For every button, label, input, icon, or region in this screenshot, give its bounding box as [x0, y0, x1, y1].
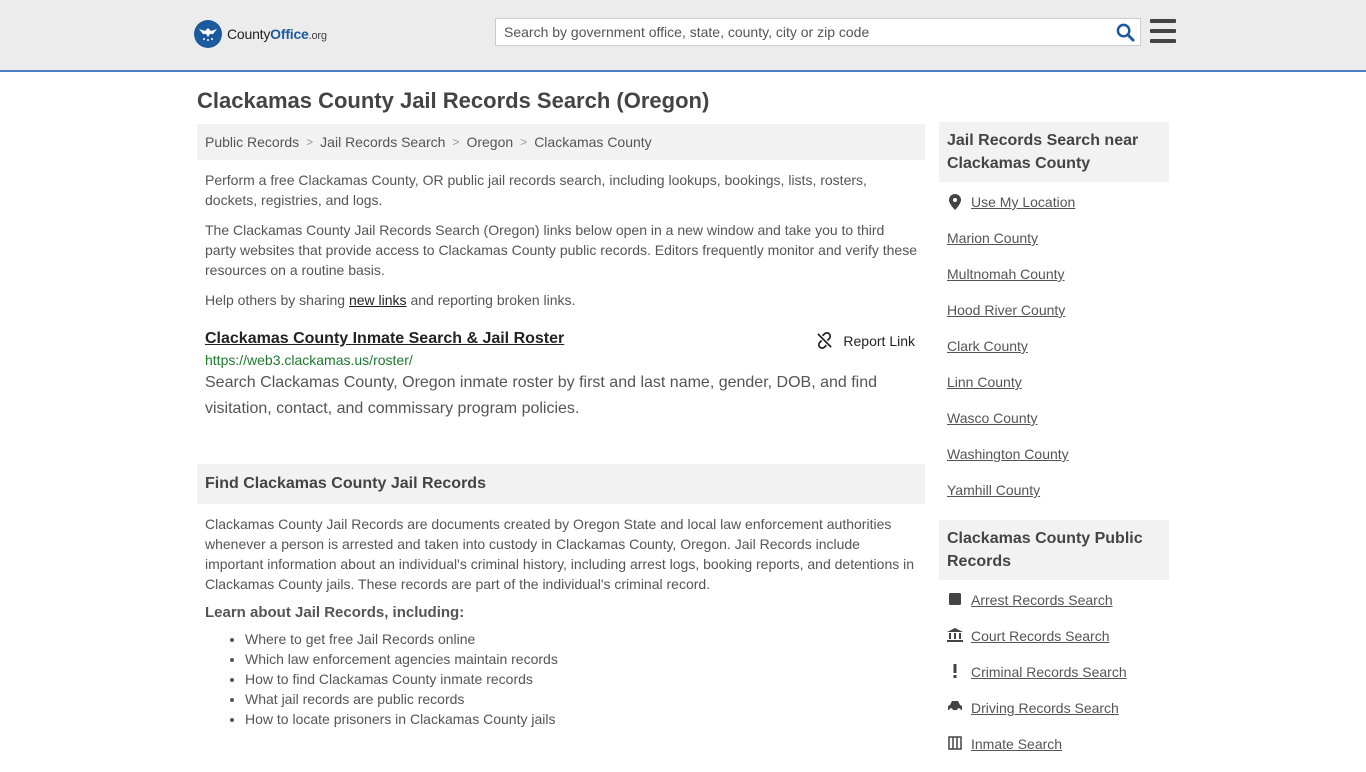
list-item: Washington County — [947, 446, 1161, 482]
arrest-records-link[interactable]: Arrest Records Search — [971, 592, 1113, 608]
search-button[interactable] — [1110, 19, 1140, 45]
public-records-heading: Clackamas County Public Records — [939, 520, 1169, 580]
list-item: Yamhill County — [947, 482, 1161, 518]
result-title-link[interactable]: Clackamas County Inmate Search & Jail Ro… — [205, 330, 564, 347]
list-item: Wasco County — [947, 410, 1161, 446]
list-item: Multnomah County — [947, 266, 1161, 302]
new-links-link[interactable]: new links — [349, 292, 407, 308]
broken-link-icon — [817, 332, 833, 349]
breadcrumb: Public Records > Jail Records Search > O… — [197, 124, 925, 160]
inmate-icon — [947, 736, 963, 750]
square-icon — [947, 592, 963, 606]
nearby-link-linn-county[interactable]: Linn County — [947, 374, 1022, 390]
list-item: How to locate prisoners in Clackamas Cou… — [245, 709, 925, 729]
courthouse-icon — [947, 628, 963, 642]
driving-records-link[interactable]: Driving Records Search — [971, 700, 1119, 716]
logo-primary: County — [227, 26, 271, 42]
site-logo[interactable]: CountyOffice.org — [194, 20, 327, 48]
list-item: Criminal Records Search — [947, 664, 1161, 700]
nearby-heading: Jail Records Search near Clackamas Count… — [939, 122, 1169, 182]
disclaimer-paragraph: The Clackamas County Jail Records Search… — [205, 222, 917, 278]
logo-wordmark: CountyOffice.org — [227, 26, 327, 42]
logo-secondary: Office — [270, 26, 309, 42]
nearby-link-multnomah-county[interactable]: Multnomah County — [947, 266, 1065, 282]
report-link-button[interactable]: Report Link — [816, 332, 915, 349]
list-item: Court Records Search — [947, 628, 1161, 664]
learn-heading: Learn about Jail Records, including: — [205, 604, 465, 621]
nearby-link-hood-river-county[interactable]: Hood River County — [947, 302, 1065, 318]
use-location-item: Use My Location — [947, 194, 1161, 230]
nearby-link-marion-county[interactable]: Marion County — [947, 230, 1038, 246]
list-item: Arrest Records Search — [947, 592, 1161, 628]
report-link-label: Report Link — [843, 332, 915, 349]
list-item: Linn County — [947, 374, 1161, 410]
inmate-search-link[interactable]: Inmate Search — [971, 736, 1062, 752]
list-item: What jail records are public records — [245, 689, 925, 709]
result-description: Search Clackamas County, Oregon inmate r… — [205, 374, 878, 417]
nearby-link-yamhill-county[interactable]: Yamhill County — [947, 482, 1040, 498]
list-item: Which law enforcement agencies maintain … — [245, 649, 925, 669]
search-bar — [495, 18, 1141, 46]
find-section-heading: Find Clackamas County Jail Records — [197, 464, 925, 504]
exclamation-icon — [947, 664, 963, 678]
learn-list: Where to get free Jail Records online Wh… — [197, 629, 925, 729]
share-text-after: and reporting broken links. — [406, 292, 576, 308]
main-content: Public Records > Jail Records Search > O… — [197, 124, 925, 729]
list-item: Marion County — [947, 230, 1161, 266]
chevron-right-icon: > — [520, 135, 528, 149]
search-icon — [1116, 23, 1135, 42]
sidebar: Jail Records Search near Clackamas Count… — [939, 122, 1169, 772]
eagle-icon — [194, 20, 222, 48]
result-item: Clackamas County Inmate Search & Jail Ro… — [197, 330, 925, 422]
list-item: Clark County — [947, 338, 1161, 374]
search-input[interactable] — [496, 19, 1110, 45]
chevron-right-icon: > — [452, 135, 460, 149]
logo-tld: .org — [308, 30, 327, 42]
breadcrumb-jail-records-search[interactable]: Jail Records Search — [320, 134, 445, 150]
intro-paragraph: Perform a free Clackamas County, OR publ… — [205, 172, 867, 208]
chevron-right-icon: > — [306, 135, 314, 149]
result-url: https://web3.clackamas.us/roster/ — [205, 352, 413, 368]
nearby-link-washington-county[interactable]: Washington County — [947, 446, 1069, 462]
find-section-body: Clackamas County Jail Records are docume… — [205, 516, 915, 592]
list-item: Hood River County — [947, 302, 1161, 338]
breadcrumb-clackamas-county[interactable]: Clackamas County — [534, 134, 652, 150]
share-paragraph: Help others by sharing new links and rep… — [197, 290, 925, 310]
criminal-records-link[interactable]: Criminal Records Search — [971, 664, 1127, 680]
public-records-list: Arrest Records Search Court Records Sear… — [939, 580, 1169, 772]
use-my-location-link[interactable]: Use My Location — [971, 194, 1075, 210]
page-title: Clackamas County Jail Records Search (Or… — [197, 88, 710, 113]
hamburger-menu-icon[interactable] — [1150, 19, 1176, 43]
list-item: Inmate Search — [947, 736, 1161, 772]
map-pin-icon — [947, 194, 963, 210]
site-header: CountyOffice.org — [0, 0, 1366, 72]
nearby-link-clark-county[interactable]: Clark County — [947, 338, 1028, 354]
nearby-list: Use My Location Marion County Multnomah … — [939, 182, 1169, 518]
list-item: Driving Records Search — [947, 700, 1161, 736]
share-text-before: Help others by sharing — [205, 292, 349, 308]
breadcrumb-oregon[interactable]: Oregon — [466, 134, 513, 150]
court-records-link[interactable]: Court Records Search — [971, 628, 1110, 644]
list-item: Where to get free Jail Records online — [245, 629, 925, 649]
nearby-link-wasco-county[interactable]: Wasco County — [947, 410, 1038, 426]
breadcrumb-public-records[interactable]: Public Records — [205, 134, 299, 150]
car-icon — [947, 700, 963, 712]
list-item: How to find Clackamas County inmate reco… — [245, 669, 925, 689]
